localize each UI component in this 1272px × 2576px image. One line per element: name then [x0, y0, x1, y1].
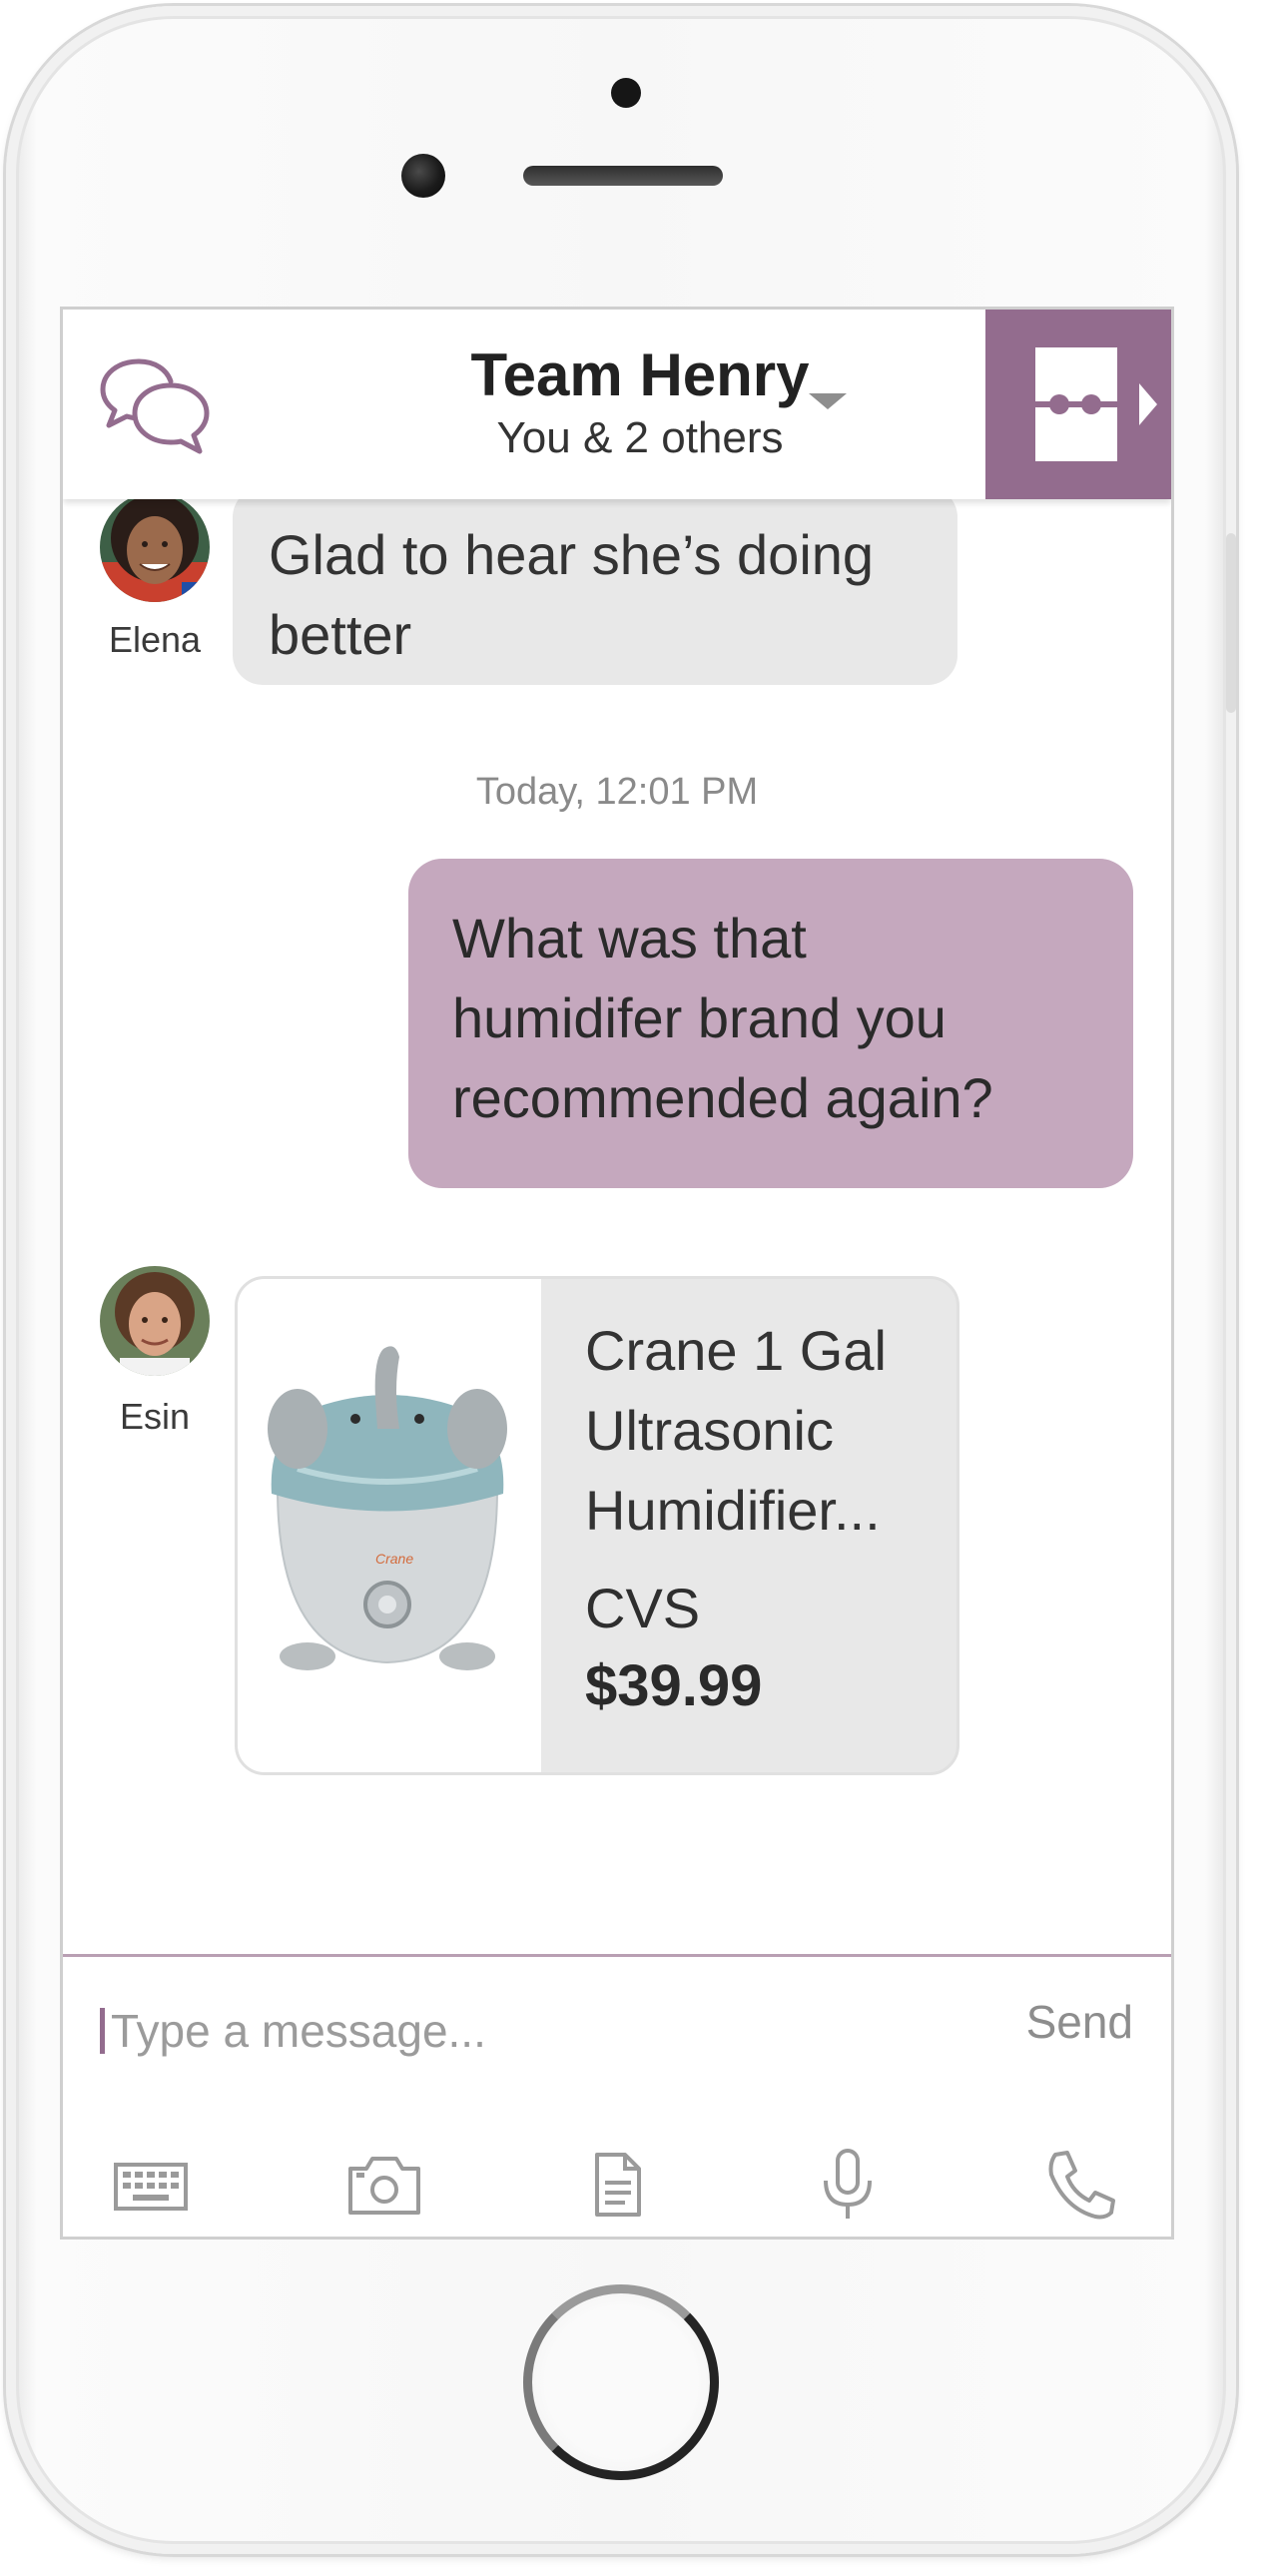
- message-text-line: better: [269, 603, 412, 666]
- chat-screen: Team Henry You & 2 others Elena Glad to …: [60, 307, 1174, 2240]
- front-sensor: [611, 78, 641, 108]
- product-name-line: Ultrasonic: [585, 1399, 834, 1462]
- product-name-line: Humidifier...: [585, 1479, 881, 1542]
- avatar[interactable]: [100, 1266, 210, 1376]
- phone-icon[interactable]: [1041, 2145, 1121, 2225]
- side-button: [1226, 533, 1236, 713]
- avatar[interactable]: [100, 492, 210, 602]
- message-input[interactable]: [111, 1999, 910, 2063]
- message-text-line: recommended again?: [452, 1066, 993, 1129]
- message-text-line: Glad to hear she’s doing: [269, 523, 875, 586]
- incoming-message[interactable]: Glad to hear she’s doing better: [233, 487, 957, 685]
- send-button[interactable]: Send: [1026, 1995, 1133, 2049]
- message-text-line: humidifer brand you: [452, 986, 947, 1049]
- front-camera: [401, 154, 445, 198]
- conversation-members[interactable]: You & 2 others: [440, 413, 840, 463]
- text-cursor: [100, 2008, 105, 2054]
- outgoing-message[interactable]: What was that humidifer brand you recomm…: [408, 859, 1133, 1188]
- chevron-down-icon[interactable]: [809, 393, 847, 409]
- svg-text:Crane: Crane: [375, 1551, 413, 1567]
- panel-toggle-button[interactable]: [985, 310, 1171, 499]
- camera-icon[interactable]: [344, 2145, 424, 2225]
- sender-name: Esin: [119, 1396, 191, 1437]
- product-price: $39.99: [585, 1653, 763, 1718]
- earpiece-speaker: [523, 166, 723, 186]
- home-button[interactable]: [523, 2284, 719, 2480]
- message-text-line: What was that: [452, 907, 807, 969]
- product-store: CVS: [585, 1577, 701, 1639]
- conversation-title[interactable]: Team Henry: [440, 341, 840, 409]
- document-icon[interactable]: [577, 2145, 657, 2225]
- message-timestamp: Today, 12:01 PM: [475, 771, 759, 813]
- chat-header: Team Henry You & 2 others: [63, 310, 1171, 499]
- product-name-line: Crane 1 Gal: [585, 1319, 887, 1382]
- product-image: Crane: [238, 1279, 541, 1772]
- product-name: Crane 1 Gal Ultrasonic Humidifier...: [585, 1311, 945, 1551]
- sender-name: Elena: [108, 619, 202, 660]
- conversations-icon[interactable]: [99, 355, 213, 455]
- composer-divider: [63, 1954, 1171, 1957]
- product-card[interactable]: Crane Crane 1 Gal Ultrasonic Humidifier.…: [235, 1276, 959, 1775]
- keyboard-icon[interactable]: [111, 2145, 191, 2225]
- chevron-right-icon: [1139, 383, 1157, 425]
- panel-icon: [1035, 347, 1117, 461]
- microphone-icon[interactable]: [808, 2145, 888, 2225]
